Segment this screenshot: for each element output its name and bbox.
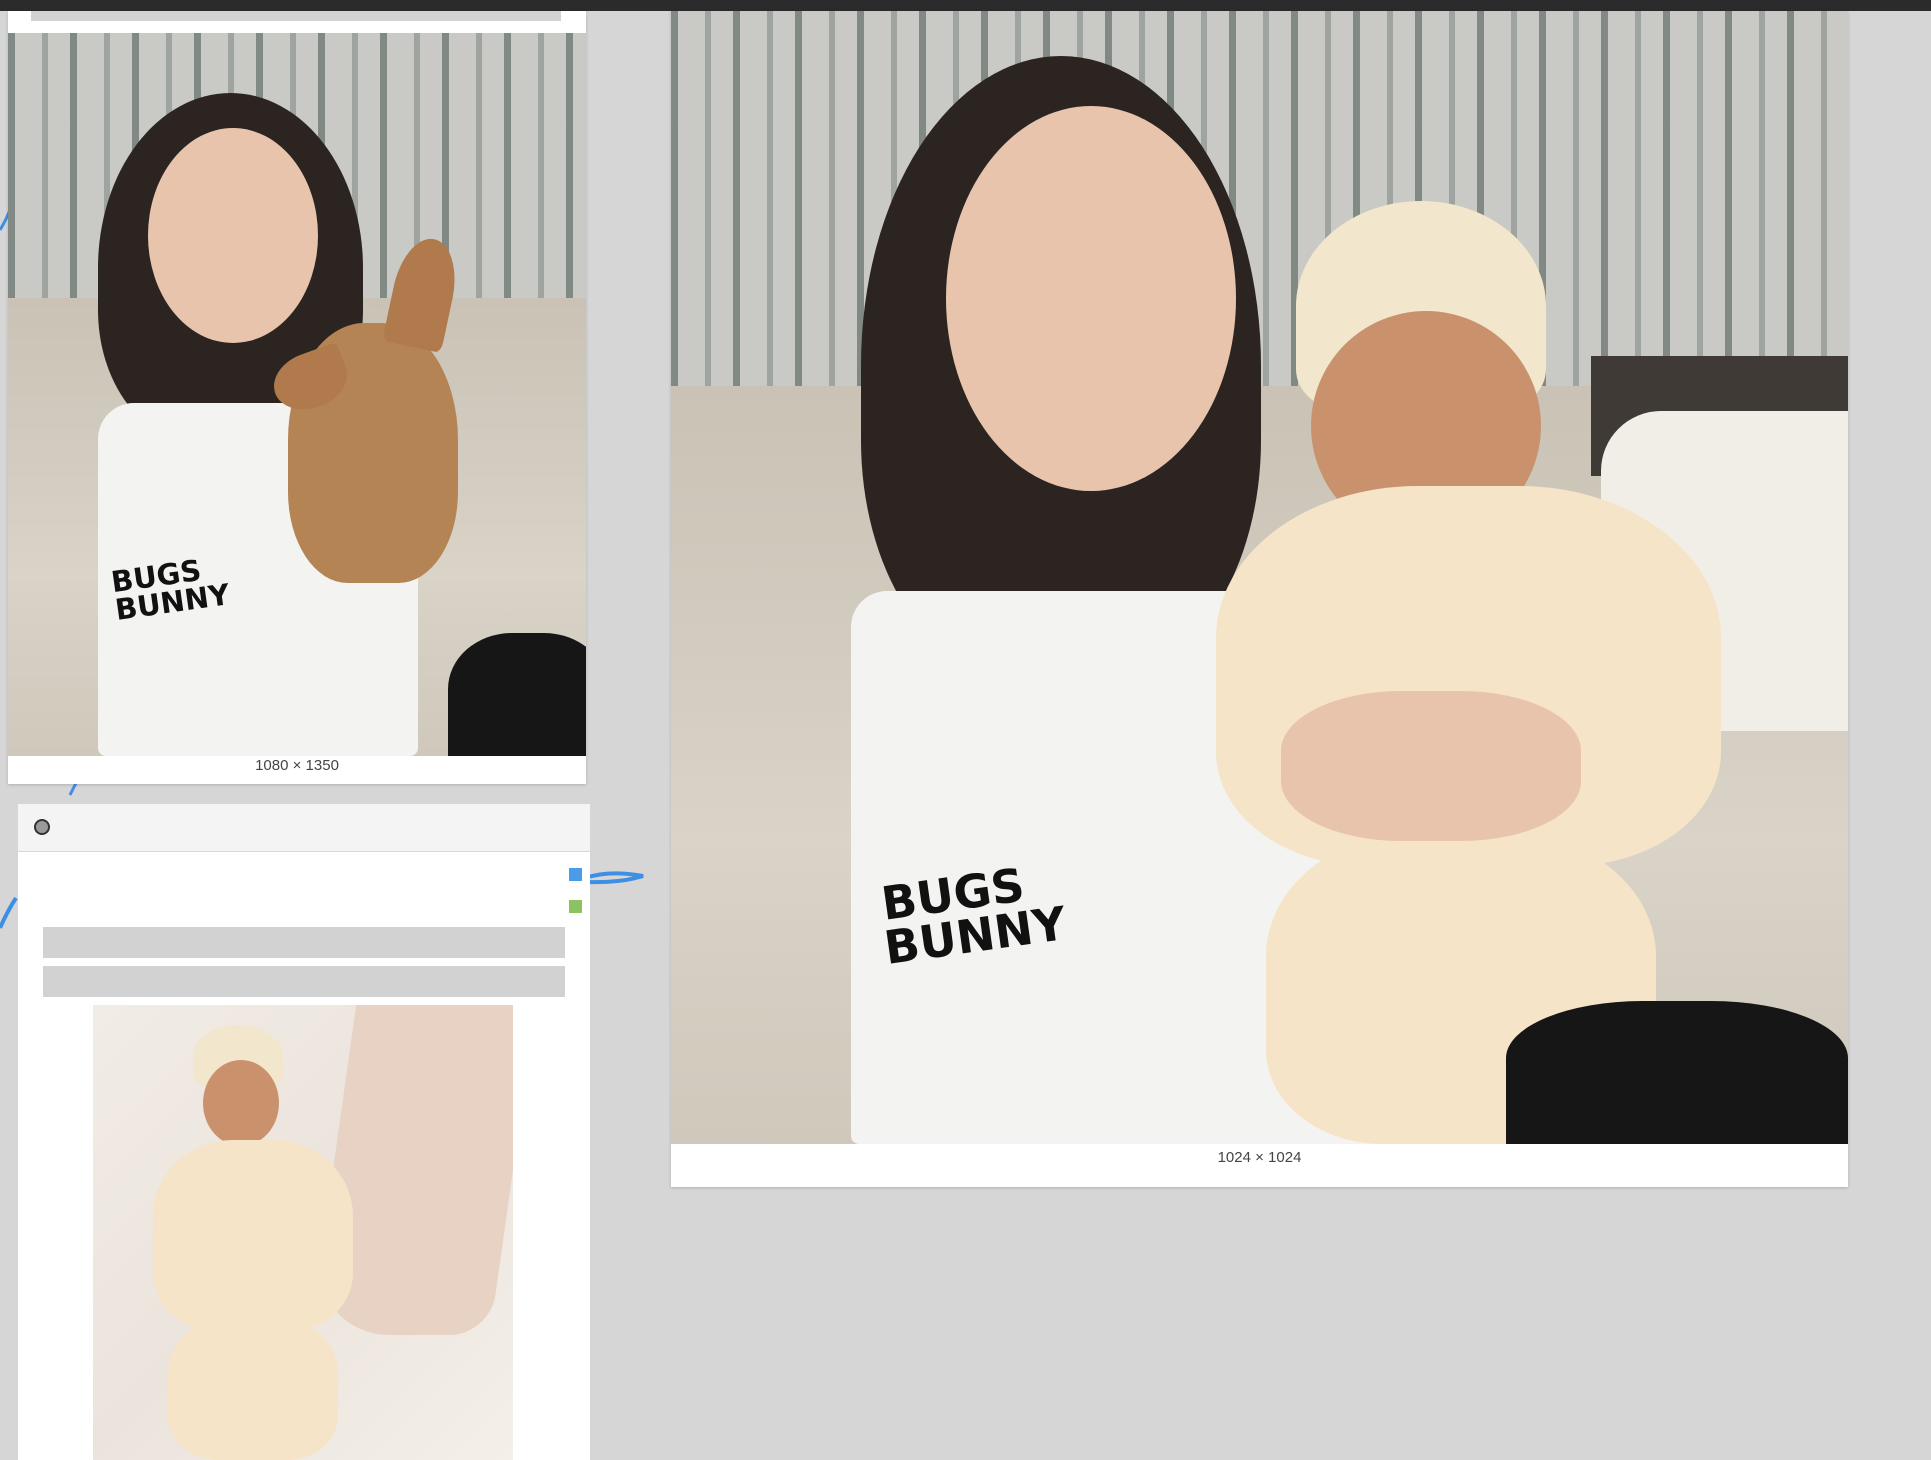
node-title-bar xyxy=(31,11,561,21)
upload-field[interactable] xyxy=(43,966,565,997)
photo-baby-preview xyxy=(93,1005,513,1460)
image-node-result[interactable]: BUGS BUNNY 1024 × 1024 xyxy=(671,11,1848,1187)
output-port-mask[interactable] xyxy=(569,900,582,913)
photo-girl-with-dog: BUGS BUNNY xyxy=(8,33,586,756)
image-node-dog[interactable]: BUGS BUNNY 1080 × 1350 xyxy=(8,11,586,784)
image-size-caption: 1080 × 1350 xyxy=(255,757,339,774)
top-bar xyxy=(0,0,1931,11)
output-port-image[interactable] xyxy=(569,868,582,881)
node-toggle-icon[interactable] xyxy=(34,819,50,835)
node-header[interactable] xyxy=(18,804,590,852)
image-size-caption: 1024 × 1024 xyxy=(1217,1149,1302,1166)
sleeve-print: BUGS BUNNY xyxy=(878,857,1070,975)
photo-girl-with-baby: BUGS BUNNY xyxy=(671,11,1848,1144)
sleeve-print: BUGS BUNNY xyxy=(109,552,232,627)
load-image-node[interactable] xyxy=(18,804,590,1460)
image-select-field[interactable] xyxy=(43,927,565,958)
